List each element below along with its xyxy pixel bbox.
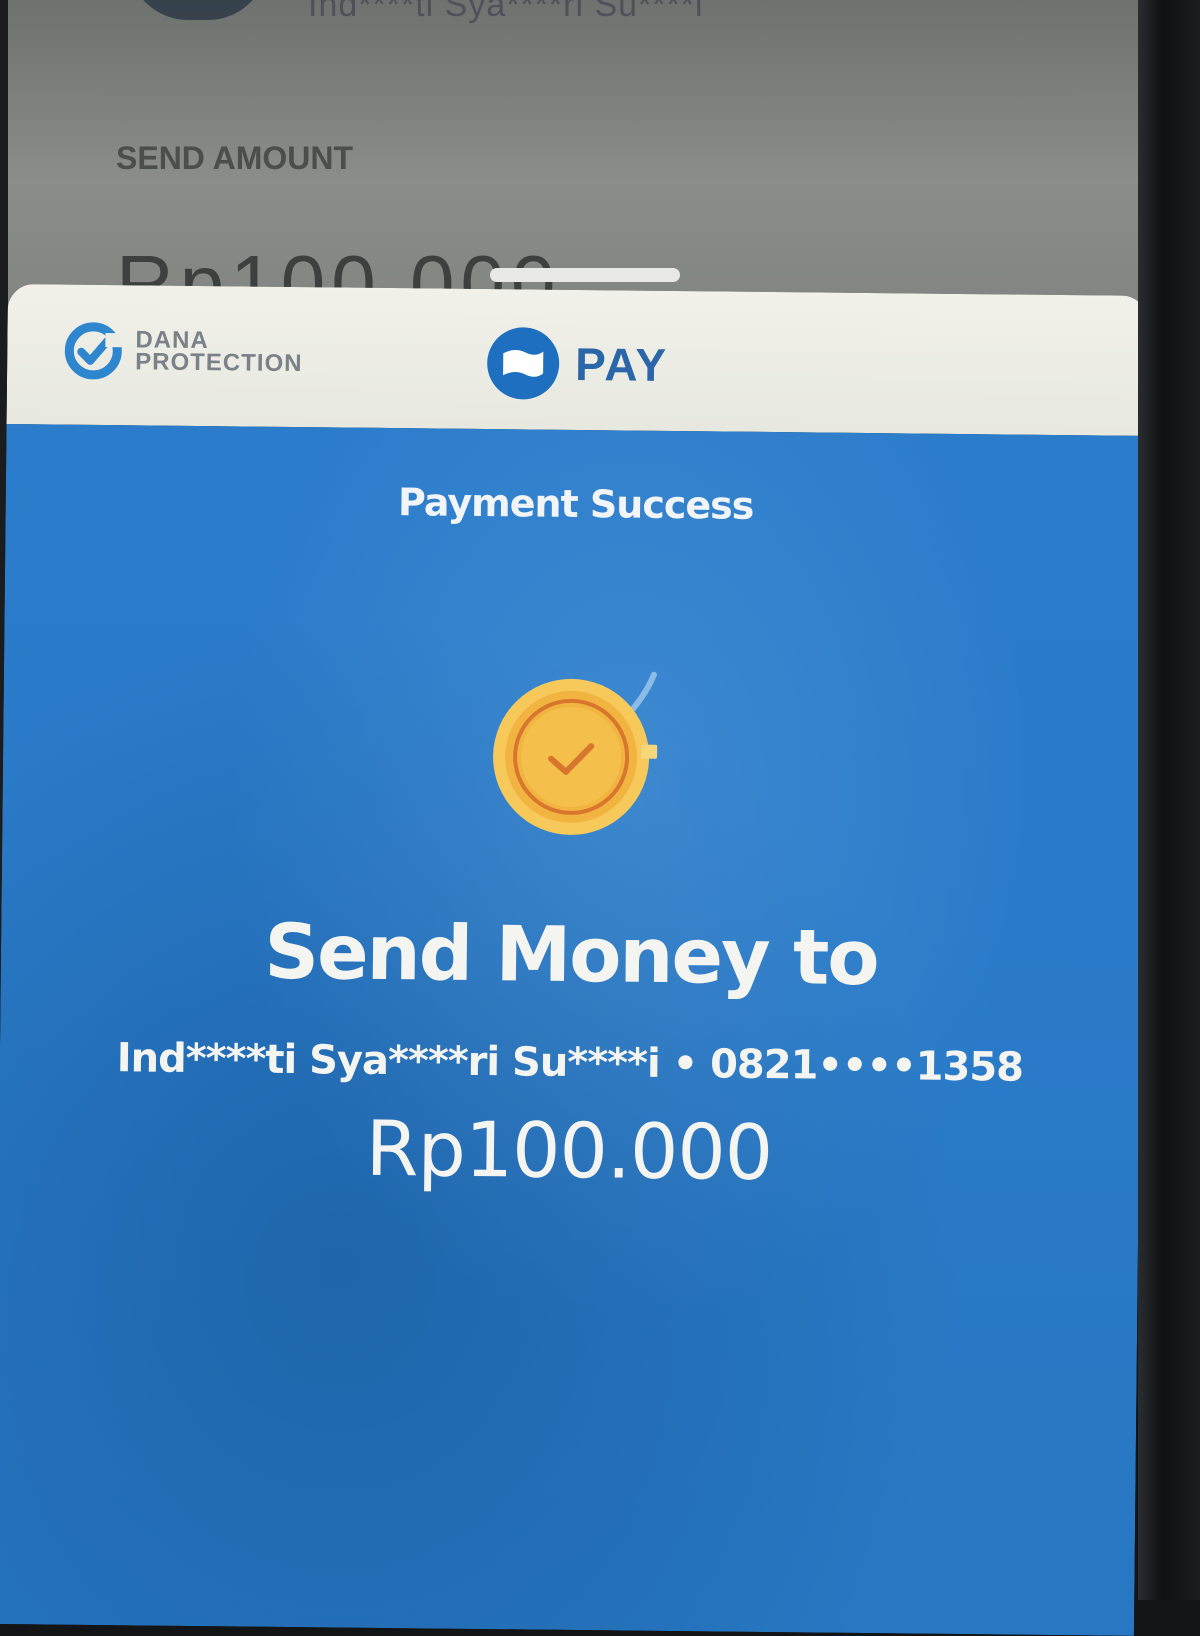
recipient-avatar xyxy=(128,0,268,20)
background-recipient-name: Ind****ti Sya****ri Su****i xyxy=(308,0,704,24)
pay-label: PAY xyxy=(574,337,669,391)
protection-text: DANA PROTECTION xyxy=(135,326,303,378)
recipient-details: Ind****ti Sya****ri Su****i • 0821••••13… xyxy=(116,1035,1024,1091)
send-amount-label: SEND AMOUNT xyxy=(116,140,354,176)
payment-success-sheet: DANA PROTECTION PAY Payment Success Send… xyxy=(0,284,1148,1636)
sheet-header: DANA PROTECTION PAY xyxy=(6,284,1148,436)
send-money-headline: Send Money to xyxy=(263,906,879,1003)
background-divider xyxy=(103,94,1073,96)
phone-frame-right xyxy=(1138,0,1200,1600)
payment-amount: Rp100.000 xyxy=(365,1103,773,1198)
dana-protection-badge: DANA PROTECTION xyxy=(61,319,303,386)
protection-line-2: PROTECTION xyxy=(135,348,303,378)
dana-wallet-icon xyxy=(487,327,560,400)
gold-coin-check-icon xyxy=(493,671,658,835)
sheet-drag-handle[interactable] xyxy=(490,268,680,282)
payment-status-title: Payment Success xyxy=(397,480,754,528)
dana-pay-brand: PAY xyxy=(485,325,669,403)
sheet-body: Payment Success Send Money to Ind****ti … xyxy=(0,423,1147,1636)
shield-check-icon xyxy=(64,322,122,380)
